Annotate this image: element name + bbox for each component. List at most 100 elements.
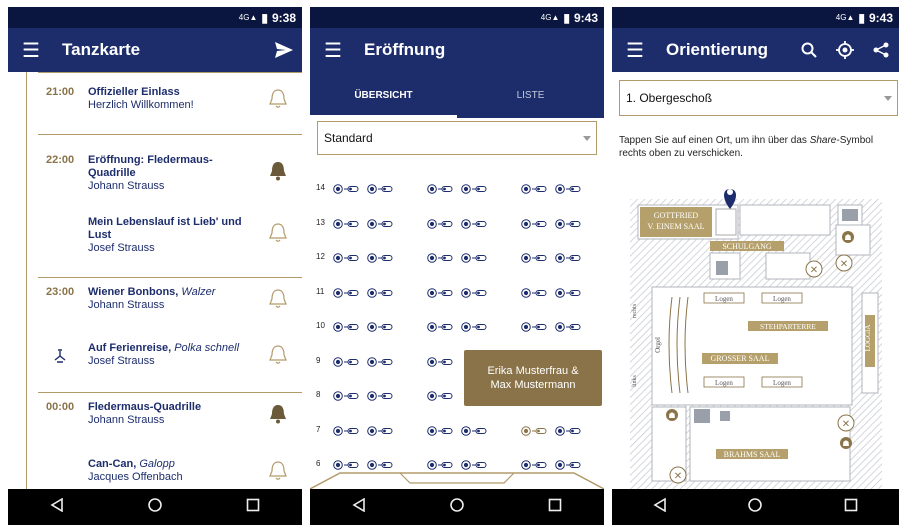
seat-icon[interactable] xyxy=(426,217,458,229)
seat-icon[interactable] xyxy=(332,389,364,401)
seat-icon[interactable] xyxy=(366,320,398,332)
program-entry[interactable]: Auf Ferienreise, Polka schnell Josef Stra… xyxy=(8,342,302,392)
share-icon[interactable] xyxy=(863,42,899,58)
reminder-bell-icon[interactable] xyxy=(268,460,288,482)
seat-icon[interactable] xyxy=(426,320,458,332)
status-time: 9:43 xyxy=(868,10,893,25)
seat-icon[interactable] xyxy=(366,286,398,298)
seat-icon[interactable] xyxy=(366,251,398,263)
seat-icon[interactable] xyxy=(520,251,552,263)
restroom-icon: ☗ xyxy=(668,411,675,420)
seat-icon[interactable] xyxy=(460,182,492,194)
recents-icon[interactable] xyxy=(844,498,858,517)
home-icon[interactable] xyxy=(148,497,162,517)
seat-icon[interactable] xyxy=(554,424,586,436)
reminder-bell-icon[interactable] xyxy=(268,88,288,110)
recents-icon[interactable] xyxy=(548,498,562,517)
page-title: Tanzkarte xyxy=(62,40,141,59)
room-label-stehparterre: STEHPARTERRE xyxy=(760,322,816,331)
seat-map: 14 13 12 11 10 9 8 7 6 xyxy=(310,7,604,487)
entry-style: Polka schnell xyxy=(174,342,240,354)
entry-composer: Johann Strauss xyxy=(88,414,165,426)
search-icon[interactable] xyxy=(791,42,827,58)
seat-icon[interactable] xyxy=(554,182,586,194)
menu-icon[interactable]: ☰ xyxy=(612,38,658,63)
recents-icon[interactable] xyxy=(246,498,260,517)
seat-icon[interactable] xyxy=(554,286,586,298)
back-icon[interactable] xyxy=(653,497,667,517)
menu-icon[interactable]: ☰ xyxy=(8,38,54,63)
program-entry[interactable]: 22:00 Eröffnung: Fledermaus-Quadrille Joh… xyxy=(8,154,302,204)
program-entry[interactable]: Can-Can, Galopp Jacques Offenbach xyxy=(8,458,302,489)
floor-select[interactable]: 1. Obergeschoß xyxy=(619,80,898,116)
room-label-brahms-saal: BRAHMS SAAL xyxy=(724,450,781,459)
reminder-bell-icon[interactable] xyxy=(268,288,288,310)
seat-icon[interactable] xyxy=(332,424,364,436)
reminder-bell-icon[interactable] xyxy=(268,160,288,182)
row-number: 6 xyxy=(316,459,321,468)
chevron-down-icon xyxy=(884,96,892,101)
room-label-loggia: LOGGIA xyxy=(864,325,872,352)
seat-icon[interactable] xyxy=(332,355,364,367)
room-label-logen: Logen xyxy=(773,295,791,303)
seat-icon[interactable] xyxy=(332,251,364,263)
seat-icon[interactable] xyxy=(366,355,398,367)
entry-title: Fledermaus-Quadrille xyxy=(88,401,258,414)
seat-icon[interactable] xyxy=(426,286,458,298)
seat-icon[interactable] xyxy=(520,286,552,298)
status-bar: 4G▲ ▮ 9:38 xyxy=(8,7,302,28)
locate-icon[interactable] xyxy=(827,41,863,59)
seat-icon[interactable] xyxy=(554,320,586,332)
program-entry[interactable]: Mein Lebenslauf ist Lieb' und Lust Josef… xyxy=(8,216,302,266)
floor-map[interactable]: GOTTFRIED V. EINEM SAAL SCHULGANG ☗ ✕ ✕ … xyxy=(630,185,890,489)
seat-icon[interactable] xyxy=(366,389,398,401)
program-entry[interactable]: 21:00 Offizieller Einlass Herzlich Willko… xyxy=(8,86,302,136)
seat-icon[interactable] xyxy=(460,251,492,263)
seat-icon[interactable] xyxy=(554,217,586,229)
seat-icon[interactable] xyxy=(554,251,586,263)
seat-icon[interactable] xyxy=(332,217,364,229)
program-entry[interactable]: 23:00 Wiener Bonbons, Walzer Johann Straus… xyxy=(8,286,302,336)
seat-icon[interactable] xyxy=(366,217,398,229)
entry-composer: Josef Strauss xyxy=(88,242,155,254)
seat-icon[interactable] xyxy=(426,182,458,194)
row-number: 14 xyxy=(316,183,325,192)
seat-icon[interactable] xyxy=(460,286,492,298)
seat-icon[interactable] xyxy=(460,217,492,229)
program-entry[interactable]: 00:00 Fledermaus-Quadrille Johann Strauss xyxy=(8,401,302,451)
seat-icon[interactable] xyxy=(520,320,552,332)
food-icon: ✕ xyxy=(840,259,848,270)
seat-tooltip[interactable]: Erika Musterfrau & Max Mustermann xyxy=(464,350,602,406)
seat-icon[interactable] xyxy=(366,182,398,194)
home-icon[interactable] xyxy=(748,497,763,517)
seat-icon[interactable] xyxy=(426,424,458,436)
reminder-bell-icon[interactable] xyxy=(268,403,288,425)
back-icon[interactable] xyxy=(352,497,366,517)
seat-icon[interactable] xyxy=(332,320,364,332)
entry-time: 21:00 xyxy=(46,86,75,98)
reminder-bell-icon[interactable] xyxy=(268,344,288,366)
entry-title-text: Eröffnung: Fledermaus-Quadrille xyxy=(88,154,213,179)
room-label-logen: Logen xyxy=(715,295,733,303)
seat-icon[interactable] xyxy=(520,424,552,436)
home-icon[interactable] xyxy=(450,497,464,517)
battery-icon: ▮ xyxy=(858,10,865,25)
reminder-bell-icon[interactable] xyxy=(268,222,288,244)
seat-icon[interactable] xyxy=(426,355,458,367)
seat-icon[interactable] xyxy=(520,182,552,194)
program-list: 21:00 Offizieller Einlass Herzlich Willko… xyxy=(8,72,302,489)
seat-icon[interactable] xyxy=(426,389,458,401)
send-icon[interactable] xyxy=(266,42,302,58)
seat-icon[interactable] xyxy=(426,251,458,263)
back-icon[interactable] xyxy=(50,497,64,517)
tanzkarte-screen: 4G▲ ▮ 9:38 ☰ Tanzkarte 21:00 Offizieller … xyxy=(8,7,302,525)
room-label-gottfried-2: V. EINEM SAAL xyxy=(648,222,705,231)
label-links: links xyxy=(632,375,638,387)
seat-icon[interactable] xyxy=(366,424,398,436)
seat-icon[interactable] xyxy=(460,320,492,332)
seat-icon[interactable] xyxy=(332,182,364,194)
seat-icon[interactable] xyxy=(460,424,492,436)
seat-icon[interactable] xyxy=(332,286,364,298)
eroeffnung-screen: 4G▲ ▮ 9:43 ☰ Eröffnung ÜBERSICHT LISTE S… xyxy=(310,7,604,525)
seat-icon[interactable] xyxy=(520,217,552,229)
